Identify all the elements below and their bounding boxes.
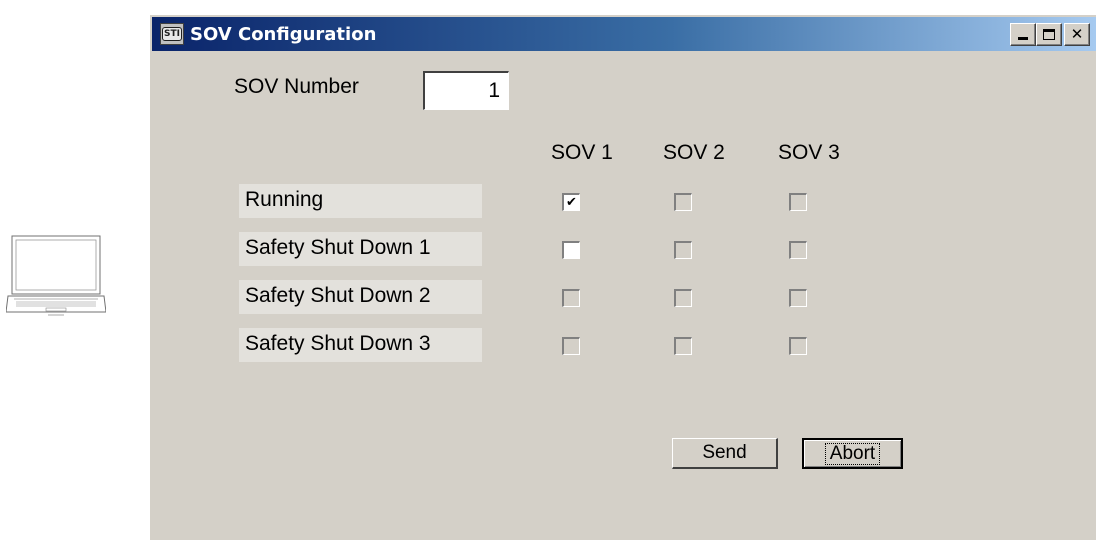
screen: STI SOV Configuration ✕ SOV Number 1 SOV… (0, 0, 1096, 540)
column-header-sov-2: SOV 2 (663, 141, 725, 164)
app-icon-text: STI (162, 27, 182, 41)
checkbox-ssd2-sov-1[interactable] (562, 289, 580, 307)
close-icon[interactable]: ✕ (1064, 23, 1090, 46)
maximize-icon[interactable] (1036, 23, 1062, 46)
minimize-icon[interactable] (1010, 23, 1036, 46)
checkbox-ssd3-sov-2[interactable] (674, 337, 692, 355)
row-label-safety-shut-down-3: Safety Shut Down 3 (239, 328, 482, 362)
checkbox-ssd2-sov-3[interactable] (789, 289, 807, 307)
checkbox-running-sov-2[interactable] (674, 193, 692, 211)
sov-number-input[interactable]: 1 (423, 71, 509, 110)
abort-button[interactable]: Abort (802, 438, 903, 469)
window-controls: ✕ (1010, 23, 1090, 46)
window-title: SOV Configuration (190, 23, 377, 45)
row-label-safety-shut-down-1: Safety Shut Down 1 (239, 232, 482, 266)
sov-configuration-window: STI SOV Configuration ✕ SOV Number 1 SOV… (149, 14, 1096, 540)
row-label-safety-shut-down-2: Safety Shut Down 2 (239, 280, 482, 314)
checkmark-icon: ✔ (566, 195, 577, 210)
column-header-sov-1: SOV 1 (551, 141, 613, 164)
row-label-running: Running (239, 184, 482, 218)
checkbox-running-sov-1[interactable]: ✔ (562, 193, 580, 211)
column-header-sov-3: SOV 3 (778, 141, 840, 164)
checkbox-ssd3-sov-3[interactable] (789, 337, 807, 355)
checkbox-ssd1-sov-1[interactable] (562, 241, 580, 259)
checkbox-running-sov-3[interactable] (789, 193, 807, 211)
checkbox-ssd2-sov-2[interactable] (674, 289, 692, 307)
checkbox-ssd1-sov-2[interactable] (674, 241, 692, 259)
laptop-icon (6, 235, 106, 316)
abort-button-label: Abort (824, 442, 881, 465)
checkbox-ssd1-sov-3[interactable] (789, 241, 807, 259)
title-bar[interactable]: STI SOV Configuration ✕ (152, 17, 1096, 51)
app-icon[interactable]: STI (160, 23, 184, 45)
checkbox-ssd3-sov-1[interactable] (562, 337, 580, 355)
sov-number-label: SOV Number (234, 75, 359, 98)
send-button[interactable]: Send (672, 438, 778, 469)
